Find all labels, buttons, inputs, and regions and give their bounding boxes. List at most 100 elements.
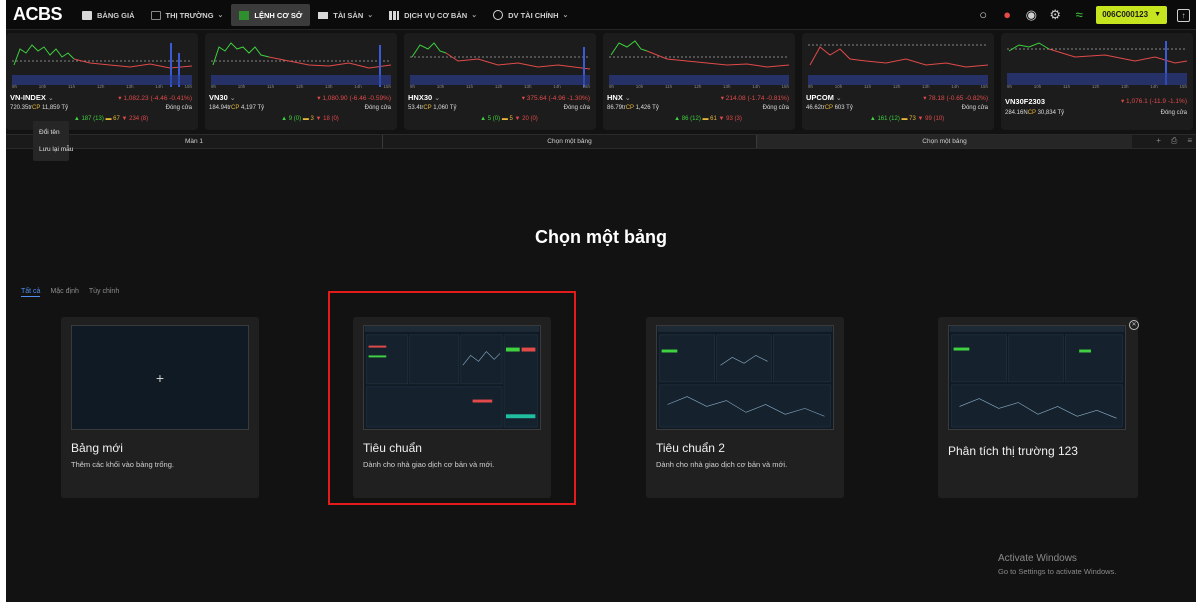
nav-label: DỊCH VỤ CƠ BẢN [404, 10, 468, 20]
filter-default[interactable]: Mặc định [50, 288, 78, 297]
menu-item-rename[interactable]: Đổi tên [33, 124, 69, 141]
nav-assets[interactable]: TÀI SẢN ⌄ [310, 4, 381, 26]
index-strip: 9h 10h 11h 12h 13h 14h 15h VN-INDEX ⌄ ▾ 1,082.2… [6, 33, 1196, 131]
market-status: Đóng cửa [364, 105, 391, 111]
index-change: ▾ 1,082.23 (-4.46 -0.41%) [118, 95, 192, 102]
chevron-down-icon[interactable]: ⌄ [434, 95, 440, 102]
market-status: Đóng cửa [961, 105, 988, 111]
caret-down-icon: ▼ [1154, 11, 1161, 18]
nav-label: TÀI SẢN [333, 10, 364, 20]
chevron-down-icon: ⌄ [562, 12, 569, 19]
index-card-hnx[interactable]: 9h 10h 11h 12h 13h 14h 15h HNX ⌄ ▾ 214.08 (-1.7… [603, 33, 795, 130]
index-card-upcom[interactable]: 9h 10h 11h 12h 13h 14h 15h UPCOM ⌄ ▾ 78.18 (-0.… [802, 33, 994, 130]
tab-actions: + ⎙ ≡ [1156, 136, 1192, 146]
price-board-icon [82, 10, 92, 20]
acbs-logo[interactable]: ACBS [13, 4, 63, 25]
template-title: Bảng mới [71, 441, 123, 455]
index-volume: 46.62trCP 603 Tỷ [806, 105, 853, 111]
nav-finance-services[interactable]: DV TÀI CHÍNH ⌄ [485, 4, 576, 26]
chevron-down-icon: ⌄ [471, 12, 478, 19]
chevron-down-icon[interactable]: ⌄ [625, 95, 631, 102]
index-change: ▾ 78.18 (-0.65 -0.82%) [923, 95, 988, 102]
headset-icon[interactable]: ◉ [1024, 8, 1038, 22]
market-breadth: ▲ 5 (0) ▬ 5 ▼ 20 (0) [480, 116, 538, 122]
index-volume: 720.35trCP 11,859 Tỷ [10, 105, 69, 111]
menu-item-save-template[interactable]: Lưu lại mẫu [33, 141, 73, 158]
notification-icon[interactable]: ● [1000, 8, 1014, 22]
nav-price-board[interactable]: BẢNG GIÁ [74, 4, 143, 26]
index-card-hnx30[interactable]: 9h 10h 11h 12h 13h 14h 15h HNX30 ⌄ ▾ 375.64 (-4… [404, 33, 596, 130]
time-axis: 9h 10h 11h 12h 13h 14h 15h [609, 84, 789, 89]
index-name: VN30F2303 [1005, 97, 1046, 106]
market-status: Đóng cửa [1160, 110, 1187, 116]
filter-custom[interactable]: Tùy chỉnh [89, 288, 119, 297]
context-menu: Đổi tên Lưu lại mẫu [33, 121, 73, 161]
selection-highlight [328, 291, 576, 505]
search-icon[interactable]: ○ [976, 8, 990, 22]
add-tab-icon[interactable]: + [1156, 136, 1161, 146]
plus-icon: + [71, 325, 249, 430]
close-icon[interactable]: ✕ [1129, 320, 1139, 330]
print-icon[interactable]: ⎙ [1171, 136, 1177, 146]
template-card-market-analysis[interactable]: Phân tích thị trường 123 [938, 317, 1138, 498]
main-menu: BẢNG GIÁ THỊ TRƯỜNG ⌄ LỆNH CƠ SỞ TÀI SẢN… [74, 0, 576, 30]
index-name: UPCOM ⌄ [806, 93, 842, 102]
nav-basic-services[interactable]: DỊCH VỤ CƠ BẢN ⌄ [381, 4, 485, 26]
market-status: Đóng cửa [563, 105, 590, 111]
index-card-vnindex[interactable]: 9h 10h 11h 12h 13h 14h 15h VN-INDEX ⌄ ▾ 1,082.2… [6, 33, 198, 130]
template-card-standard-2[interactable]: Tiêu chuẩn 2 Dành cho nhà giao dịch cơ b… [646, 317, 844, 498]
sparkline-chart [609, 40, 790, 85]
screen-tabs: Màn 1 Chọn một bảng Chọn một bảng + ⎙ ≡ [6, 134, 1196, 149]
market-breadth: ▲ 86 (12) ▬ 61 ▼ 93 (3) [674, 116, 742, 122]
index-name: VN30 ⌄ [209, 93, 236, 102]
index-name: VN-INDEX ⌄ [10, 93, 54, 102]
index-name: HNX30 ⌄ [408, 93, 441, 102]
sparkline-chart [211, 42, 392, 87]
service-icon [389, 10, 400, 20]
order-icon [239, 10, 250, 20]
watermark-title: Activate Windows [998, 553, 1077, 564]
nav-market[interactable]: THỊ TRƯỜNG ⌄ [143, 4, 232, 26]
index-card-vn30[interactable]: 9h 10h 11h 12h 13h 14h 15h VN30 ⌄ ▾ 1,080.90 (-… [205, 33, 397, 130]
nav-label: LỆNH CƠ SỞ [254, 10, 303, 20]
time-axis: 9h 10h 11h 12h 13h 14h 15h [211, 84, 391, 89]
time-axis: 9h 10h 11h 12h 13h 14h 15h [808, 84, 988, 89]
index-volume: 284.16NCP 30,834 Tỷ [1005, 110, 1065, 116]
nav-spot-order[interactable]: LỆNH CƠ SỞ [231, 4, 311, 26]
chevron-down-icon[interactable]: ⌄ [230, 95, 236, 102]
windows-activation-watermark: Activate Windows Go to Settings to activ… [998, 553, 1116, 576]
tab-choose-board-1[interactable]: Chọn một bảng [382, 135, 756, 148]
nav-label: BẢNG GIÁ [97, 10, 135, 20]
logout-icon[interactable]: ↑ [1177, 8, 1190, 22]
filter-all[interactable]: Tất cả [21, 288, 41, 297]
tab-choose-board-2[interactable]: Chọn một bảng [756, 135, 1132, 148]
template-preview-image [948, 325, 1126, 430]
market-breadth: ▲ 161 (12) ▬ 73 ▼ 99 (10) [869, 116, 945, 122]
market-breadth: ▲ 9 (0) ▬ 3 ▼ 18 (0) [281, 116, 339, 122]
time-axis: 9h 10h 11h 12h 13h 14h 15h [410, 84, 590, 89]
chevron-down-icon: ⌄ [217, 12, 224, 19]
template-card-new[interactable]: + Bảng mới Thêm các khối vào bảng trống. [61, 317, 259, 498]
index-change: ▾ 1,076.1 (-11.9 -1.1%) [1120, 98, 1187, 105]
chevron-down-icon[interactable]: ⌄ [48, 95, 54, 102]
template-description: Dành cho nhà giao dịch cơ bản và mới. [656, 460, 788, 469]
index-volume: 86.79trCP 1,426 Tỷ [607, 105, 659, 111]
index-volume: 184.94trCP 4,197 Tỷ [209, 105, 265, 111]
trading-app: ACBS BẢNG GIÁ THỊ TRƯỜNG ⌄ LỆNH CƠ SỞ TÀ… [6, 0, 1196, 602]
chevron-down-icon: ⌄ [367, 12, 374, 19]
template-filter: Tất cả Mặc định Tùy chỉnh [21, 288, 119, 297]
gear-icon[interactable]: ⚙ [1048, 8, 1062, 22]
sparkline-chart [808, 44, 989, 85]
asset-icon [318, 11, 329, 19]
market-icon [150, 10, 161, 20]
account-selector[interactable]: 006C000123 ▼ [1096, 6, 1167, 24]
chevron-down-icon[interactable]: ⌄ [836, 95, 842, 102]
sparkline-chart [410, 42, 591, 87]
market-status: Đóng cửa [762, 105, 789, 111]
nav-label: THỊ TRƯỜNG [165, 10, 214, 20]
index-change: ▾ 1,080.90 (-6.46 -0.59%) [317, 95, 391, 102]
nav-label: DV TÀI CHÍNH [508, 10, 559, 20]
index-change: ▾ 375.64 (-4.96 -1.30%) [521, 95, 590, 102]
menu-icon[interactable]: ≡ [1187, 136, 1192, 146]
index-card-vn30f[interactable]: 9h 10h 11h 12h 13h 14h 15h VN30F2303 ▾ 1,076.1… [1001, 33, 1193, 130]
